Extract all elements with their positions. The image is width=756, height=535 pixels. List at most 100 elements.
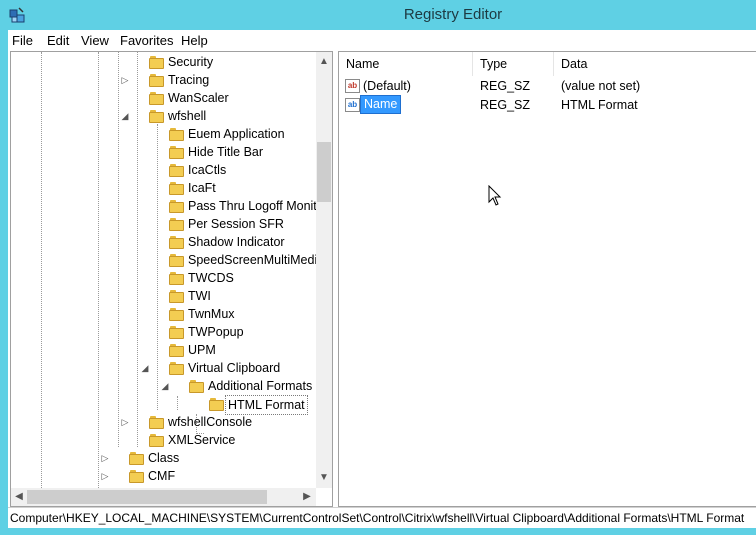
tree-node[interactable]: TwnMux	[11, 305, 316, 323]
tree-node-label: TWPopup	[188, 325, 244, 339]
tree-horizontal-scrollbar[interactable]: ◀ ▶	[11, 488, 316, 506]
tree-node-label: TWCDS	[188, 271, 234, 285]
tree-node[interactable]: ▷ CMF	[11, 467, 316, 485]
scroll-down-icon[interactable]: ▼	[316, 470, 332, 486]
folder-icon	[169, 362, 185, 375]
folder-icon	[169, 146, 185, 159]
tree-node-label: CMF	[148, 469, 176, 483]
tree-node-label: WanScaler	[168, 91, 229, 105]
value-data: HTML Format	[561, 98, 638, 112]
tree-node[interactable]: Euem Application	[11, 125, 316, 143]
tree-node[interactable]: WanScaler	[11, 89, 316, 107]
menu-favorites[interactable]: Favorites	[120, 33, 173, 48]
tree-node[interactable]: ▷ wfshellConsole	[11, 413, 316, 431]
tree-node-label: Per Session SFR	[188, 217, 284, 231]
expand-arrow-icon[interactable]: ▷	[120, 71, 130, 89]
scroll-left-icon[interactable]: ◀	[11, 489, 27, 505]
tree-node-label: IcaCtls	[188, 163, 227, 177]
tree-vertical-scrollbar[interactable]: ▲ ▼	[316, 52, 332, 488]
tree-node-label: XMLService	[168, 433, 236, 447]
tree-node[interactable]: SpeedScreenMultiMedia	[11, 251, 324, 269]
tree-node-label: Euem Application	[188, 127, 285, 141]
menu-edit[interactable]: Edit	[47, 33, 69, 48]
expand-arrow-icon[interactable]: ▷	[120, 413, 130, 431]
collapse-arrow-icon[interactable]: ◢	[120, 107, 130, 125]
folder-icon	[209, 398, 225, 411]
folder-icon	[169, 290, 185, 303]
value-type: REG_SZ	[480, 79, 531, 93]
registry-editor-window: File Edit View Favorites Help Security ▷ T…	[8, 30, 756, 528]
value-row-name[interactable]: ab Name REG_SZ HTML Format	[339, 95, 756, 115]
tree-node-label: Hide Title Bar	[188, 145, 264, 159]
tree-vertical-scroll-thumb[interactable]	[317, 142, 331, 202]
tree-node[interactable]: TWI	[11, 287, 316, 305]
tree-horizontal-scroll-thumb[interactable]	[27, 490, 267, 504]
tree-node[interactable]: ◢ wfshell	[11, 107, 316, 125]
scroll-right-icon[interactable]: ▶	[299, 489, 315, 505]
tree-node[interactable]: IcaFt	[11, 179, 316, 197]
string-value-icon: ab	[345, 79, 360, 93]
status-bar-path: Computer\HKEY_LOCAL_MACHINE\SYSTEM\Curre…	[8, 507, 756, 528]
tree-node[interactable]: Pass Thru Logoff Monito	[11, 197, 324, 215]
tree-node-label: TwnMux	[188, 307, 235, 321]
folder-icon	[149, 110, 165, 123]
value-name: (Default)	[363, 79, 411, 93]
tree-node[interactable]: ◢ Additional Formats	[11, 377, 316, 395]
folder-icon	[149, 434, 165, 447]
tree-node[interactable]: ◢ Virtual Clipboard	[11, 359, 316, 377]
tree-node-label: Pass Thru Logoff Monito	[188, 199, 324, 213]
folder-icon	[169, 218, 185, 231]
tree-node-label: HTML Format	[225, 395, 308, 415]
tree-node[interactable]: UPM	[11, 341, 316, 359]
folder-icon	[189, 380, 205, 393]
folder-icon	[149, 74, 165, 87]
tree-node[interactable]: Per Session SFR	[11, 215, 316, 233]
collapse-arrow-icon[interactable]: ◢	[140, 359, 150, 377]
tree-node-label: wfshellConsole	[168, 415, 253, 429]
tree-node[interactable]: ▷ Tracing	[11, 71, 316, 89]
tree-node-label: Security	[168, 55, 214, 69]
folder-icon	[169, 308, 185, 321]
string-value-icon: ab	[345, 98, 360, 112]
expand-arrow-icon[interactable]: ▷	[100, 449, 110, 467]
tree-node[interactable]: TWPopup	[11, 323, 316, 341]
collapse-arrow-icon[interactable]: ◢	[160, 377, 170, 395]
tree-node-label: Tracing	[168, 73, 210, 87]
folder-icon	[129, 470, 145, 483]
key-tree-pane[interactable]: Security ▷ Tracing WanScaler ◢ wfshell Euem Ap…	[10, 51, 333, 507]
folder-icon	[169, 128, 185, 141]
scroll-up-icon[interactable]: ▲	[316, 54, 332, 70]
menu-bar: File Edit View Favorites Help	[8, 30, 756, 51]
tree-node[interactable]: ▷ Class	[11, 449, 316, 467]
folder-icon	[149, 56, 165, 69]
mouse-cursor-icon	[488, 185, 502, 206]
menu-file[interactable]: File	[12, 33, 33, 48]
tree-node[interactable]: Shadow Indicator	[11, 233, 316, 251]
tree-node[interactable]: TWCDS	[11, 269, 316, 287]
tree-node[interactable]: Security	[11, 53, 316, 71]
menu-help[interactable]: Help	[181, 33, 208, 48]
folder-icon	[169, 272, 185, 285]
column-header-data[interactable]: Data	[554, 52, 756, 76]
tree-node-label: Class	[148, 451, 180, 465]
values-list-pane[interactable]: Name Type Data ab (Default) REG_SZ (valu…	[338, 51, 756, 507]
value-type: REG_SZ	[480, 98, 531, 112]
folder-icon	[149, 416, 165, 429]
tree-node[interactable]: IcaCtls	[11, 161, 316, 179]
expand-arrow-icon[interactable]: ▷	[100, 467, 110, 485]
value-name-rename-field[interactable]: Name	[360, 95, 402, 114]
column-header-name[interactable]: Name	[339, 52, 473, 76]
value-row-default[interactable]: ab (Default) REG_SZ (value not set)	[339, 77, 756, 96]
menu-view[interactable]: View	[81, 33, 109, 48]
tree-node[interactable]: Hide Title Bar	[11, 143, 316, 161]
tree-node[interactable]: HTML Format	[11, 395, 316, 415]
folder-icon	[169, 236, 185, 249]
tree-node-label: Shadow Indicator	[188, 235, 285, 249]
folder-icon	[169, 254, 185, 267]
tree-node-label: IcaFt	[188, 181, 216, 195]
folder-icon	[149, 92, 165, 105]
tree-node[interactable]: XMLService	[11, 431, 316, 449]
folder-icon	[169, 164, 185, 177]
column-header-type[interactable]: Type	[473, 52, 554, 76]
title-bar[interactable]: Registry Editor	[0, 0, 756, 30]
